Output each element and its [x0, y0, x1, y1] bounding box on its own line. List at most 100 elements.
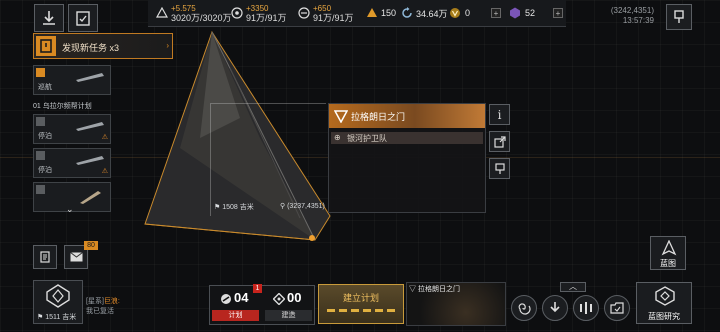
target-info-popup: 拉格朗日之门 ⊕ 银河护卫队: [328, 103, 486, 213]
fleet-tag: [36, 68, 45, 77]
credits-value: 34.64万: [416, 8, 448, 19]
target-coords: ⚲ (3237,4351): [280, 202, 325, 210]
metal-value: 3020万/3020万: [171, 12, 232, 23]
gold-badge-icon: [450, 8, 460, 18]
plan-progress-dashes: [327, 309, 395, 312]
share-button[interactable]: [489, 131, 510, 152]
plan-label: 计划: [212, 310, 259, 321]
currency-b: 52 +: [509, 0, 563, 26]
storage-button[interactable]: [604, 295, 630, 321]
resource-crystal: +3350 91万/91万: [231, 0, 287, 26]
ship-icon: [76, 156, 104, 165]
notes-button[interactable]: [33, 245, 57, 269]
current-coordinates: (3242,4351): [610, 6, 654, 15]
blueprint-research-icon: [655, 286, 675, 306]
build-button[interactable]: 00 建造: [265, 288, 312, 322]
info-button[interactable]: i: [489, 104, 510, 125]
blueprint-ship-icon: [661, 240, 677, 256]
folder-icon: [610, 302, 624, 314]
external-link-icon: [493, 135, 506, 148]
spiral-galaxy-icon: [518, 303, 531, 315]
chevron-down-icon[interactable]: ⌄: [66, 204, 74, 215]
resource-metal: +5.575 3020万/3020万: [156, 0, 232, 26]
mission-label: 发现新任务 x3: [62, 43, 120, 53]
fleet-card-3[interactable]: 停泊 ⚠: [33, 148, 111, 178]
fleet-group-title: 01 乌拉尔频帮计划: [33, 103, 92, 110]
plan-count: 04: [234, 290, 249, 305]
server-time: 13:57:39: [622, 16, 654, 25]
player-emblem-icon: [46, 284, 70, 308]
fleet-management-button[interactable]: [573, 295, 599, 321]
target-alliance-row[interactable]: ⊕ 银河护卫队: [331, 132, 483, 144]
build-label: 建造: [265, 310, 312, 321]
target-subtitle: 银河护卫队: [347, 134, 387, 143]
mail-icon: [69, 252, 83, 262]
fleet-tag: [36, 151, 45, 160]
fleet-status: 停泊: [38, 167, 52, 174]
faction-shield-icon: [334, 110, 348, 123]
flag-icon: ⚑: [37, 314, 44, 321]
faction-shield-icon: ▽: [409, 286, 416, 293]
warning-triangle-icon: [367, 8, 377, 17]
ship-icon: [76, 73, 104, 82]
ship-icon: [80, 191, 101, 204]
fleet-card-1[interactable]: 巡航: [33, 65, 111, 95]
gas-icon: [298, 7, 310, 19]
chevron-right-icon: ›: [166, 41, 169, 50]
blueprint-research-label: 蓝图研究: [648, 312, 680, 321]
bookmark-button[interactable]: [666, 4, 692, 30]
dock-button[interactable]: [542, 295, 568, 321]
chat-preview[interactable]: [星系]巨浪: 我已复活: [86, 297, 206, 321]
metal-icon: [156, 7, 168, 18]
chat-message: 我已复活: [86, 308, 114, 315]
clipboard-check-icon: [76, 11, 90, 26]
currency-a-value: 0: [465, 8, 471, 18]
crystal-delta: +3350: [246, 3, 269, 13]
new-mission-banner[interactable]: 发现新任务 x3 ›: [33, 33, 173, 59]
crystal-icon: [231, 7, 243, 19]
navigate-button[interactable]: [34, 4, 64, 32]
plan-badge: 1: [253, 284, 262, 293]
plan-icon: [221, 294, 231, 304]
bookmark-target-button[interactable]: [489, 158, 510, 179]
currency-a-add-button[interactable]: +: [491, 8, 501, 18]
player-avatar-button[interactable]: ⚑ 1511 吉米: [33, 280, 83, 324]
gas-delta: +650: [313, 3, 332, 13]
fleet-status: 停泊: [38, 133, 52, 140]
task-list-button[interactable]: [68, 4, 98, 32]
credits: 34.64万: [401, 0, 448, 26]
expand-up-button[interactable]: ︿: [560, 282, 586, 292]
fleet-card-2[interactable]: 停泊 ⚠: [33, 114, 111, 144]
info-icon: i: [497, 107, 502, 122]
target-distance-value: 1508 吉米: [222, 204, 254, 211]
blueprint-research-button[interactable]: 蓝图研究: [636, 282, 692, 324]
crystal-value: 91万/91万: [246, 12, 287, 23]
galaxy-button[interactable]: [511, 295, 537, 321]
mission-icon: [36, 36, 56, 56]
blueprint-button[interactable]: 蓝图: [650, 236, 686, 270]
resource-gas: +650 91万/91万: [298, 0, 354, 26]
fleet-bars-icon: [580, 302, 592, 314]
player-distance: ⚑ 1511 吉米: [37, 312, 76, 322]
chat-sender: 巨浪:: [103, 298, 120, 305]
download-arrow-icon: [550, 302, 560, 313]
target-preview[interactable]: ▽ 拉格朗日之门: [406, 282, 506, 326]
pin-icon: ⚲: [280, 203, 286, 210]
fleet-warning-icon: ⚠: [101, 168, 108, 175]
create-plan-button[interactable]: 建立计划: [318, 284, 404, 324]
target-preview-title: ▽ 拉格朗日之门: [409, 284, 460, 294]
fleet-tag: [36, 117, 45, 126]
currency-b-add-button[interactable]: +: [553, 8, 563, 18]
target-preview-label: 拉格朗日之门: [417, 286, 460, 293]
selection-bracket: [210, 103, 326, 216]
fleet-tag: [36, 185, 45, 194]
fleet-group-header[interactable]: 01 乌拉尔频帮计划: [33, 101, 111, 111]
currency-b-value: 52: [525, 8, 536, 18]
blueprint-label: 蓝图: [660, 259, 676, 268]
document-icon: [40, 251, 50, 263]
fleet-warning-icon: ⚠: [101, 134, 108, 141]
fleet-points: 150: [366, 0, 396, 26]
plan-button[interactable]: 04 计划: [212, 288, 259, 322]
mail-badge: 80: [84, 241, 98, 250]
target-distance: ⚑ 1508 吉米: [214, 202, 254, 212]
